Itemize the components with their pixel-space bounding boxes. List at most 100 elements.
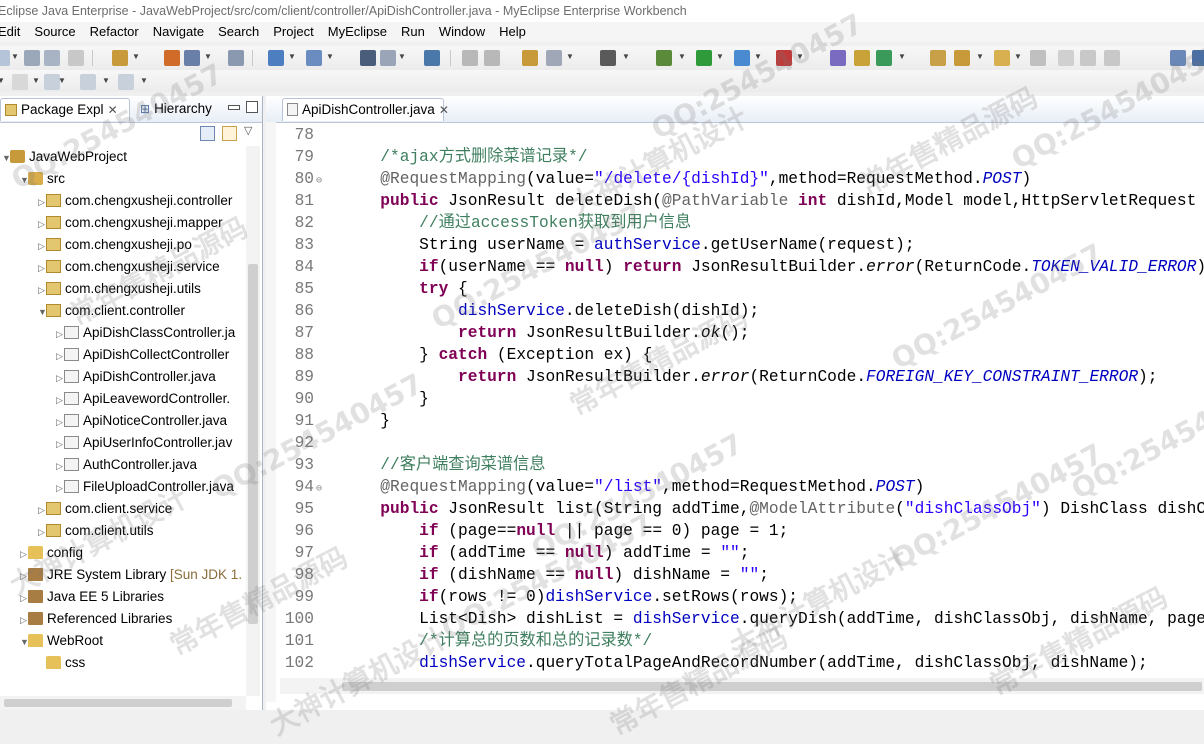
collapsed-arrow-icon[interactable]: ▷ xyxy=(56,433,64,455)
menu-navigate[interactable]: Navigate xyxy=(145,22,210,42)
tree-item[interactable]: ▷ FileUploadController.java xyxy=(56,476,234,498)
edit-icon[interactable] xyxy=(522,50,538,66)
collapsed-arrow-icon[interactable]: ▷ xyxy=(20,587,28,609)
print-icon[interactable] xyxy=(68,50,84,66)
collapsed-arrow-icon[interactable]: ▷ xyxy=(56,367,64,389)
tab-hierarchy[interactable]: ⊞ Hierarchy xyxy=(140,98,212,120)
dropdown-arrow-icon[interactable]: ▼ xyxy=(898,52,906,61)
server-icon[interactable] xyxy=(184,50,200,66)
collapsed-arrow-icon[interactable]: ▷ xyxy=(56,477,64,499)
code-line[interactable]: 80 ⊖ @RequestMapping(value="/delete/{dish… xyxy=(280,168,1032,190)
horizontal-scrollbar[interactable] xyxy=(0,696,246,710)
scrollbar-thumb[interactable] xyxy=(342,682,1202,691)
dropdown-arrow-icon[interactable]: ▼ xyxy=(796,52,804,61)
tree-item[interactable]: ▷ com.chengxusheji.controller xyxy=(38,190,232,212)
tree-item[interactable]: ▷ ApiUserInfoController.jav xyxy=(56,432,232,454)
forward-icon[interactable] xyxy=(118,74,134,90)
close-icon[interactable]: ✕ xyxy=(439,103,449,117)
list-icon[interactable] xyxy=(1080,50,1096,66)
expanded-arrow-icon[interactable]: ▼ xyxy=(20,169,29,191)
scrollbar-thumb[interactable] xyxy=(4,699,232,707)
perspective-icon[interactable] xyxy=(1170,50,1186,66)
tree-item[interactable]: ▷ ApiNoticeController.java xyxy=(56,410,227,432)
camera-icon[interactable] xyxy=(600,50,616,66)
dropdown-arrow-icon[interactable]: ▼ xyxy=(58,76,66,85)
calendar-icon[interactable] xyxy=(228,50,244,66)
menu-refactor[interactable]: Refactor xyxy=(82,22,145,42)
dropdown-arrow-icon[interactable]: ▼ xyxy=(326,52,334,61)
code-area[interactable]: 78 79 /*ajax方式删除菜谱记录*/80 ⊖ @RequestMappin… xyxy=(280,122,1204,682)
collapsed-arrow-icon[interactable]: ▷ xyxy=(56,323,64,345)
search-icon[interactable] xyxy=(380,50,396,66)
open-folder-icon[interactable] xyxy=(930,50,946,66)
dropdown-arrow-icon[interactable]: ▼ xyxy=(288,52,296,61)
dropdown-arrow-icon[interactable]: ▼ xyxy=(0,76,5,85)
tree-item[interactable]: ▷ AuthController.java xyxy=(56,454,197,476)
doc-icon[interactable] xyxy=(1058,50,1074,66)
dropdown-arrow-icon[interactable]: ▼ xyxy=(32,76,40,85)
code-line[interactable]: 78 xyxy=(280,124,341,146)
collapsed-arrow-icon[interactable]: ▷ xyxy=(38,191,46,213)
settings-icon[interactable] xyxy=(546,50,562,66)
code-line[interactable]: 82 //通过accessToken获取到用户信息 xyxy=(280,212,692,234)
tree-item[interactable]: ▷ com.chengxusheji.po xyxy=(38,234,192,256)
back-history-icon[interactable] xyxy=(462,50,478,66)
new-servlet-icon[interactable] xyxy=(830,50,846,66)
collapsed-arrow-icon[interactable]: ▷ xyxy=(20,543,28,565)
dropdown-arrow-icon[interactable]: ▼ xyxy=(678,52,686,61)
code-line[interactable]: 90 } xyxy=(280,388,429,410)
run-icon[interactable] xyxy=(696,50,712,66)
globe-icon[interactable] xyxy=(424,50,440,66)
collapsed-arrow-icon[interactable]: ▷ xyxy=(38,499,46,521)
dropdown-arrow-icon[interactable]: ▼ xyxy=(204,52,212,61)
tree-item[interactable]: ▷ com.client.service xyxy=(38,498,172,520)
open-perspective-icon[interactable] xyxy=(360,50,376,66)
new-project-icon[interactable] xyxy=(112,50,128,66)
tab-package-explorer[interactable]: Package Expl ✕ xyxy=(0,98,130,121)
code-line[interactable]: 95 public JsonResult list(String addTime… xyxy=(280,498,1204,520)
prev-annotation-icon[interactable] xyxy=(12,74,28,90)
menu-myeclipse[interactable]: MyEclipse xyxy=(320,22,393,42)
tree-item[interactable]: ▷ com.chengxusheji.mapper xyxy=(38,212,223,234)
code-line[interactable]: 101 /*计算总的页数和总的记录数*/ xyxy=(280,630,652,652)
menu-help[interactable]: Help xyxy=(491,22,532,42)
code-line[interactable]: 87 return JsonResultBuilder.ok(); xyxy=(280,322,750,344)
code-line[interactable]: 98 if (dishName == null) dishName = ""; xyxy=(280,564,769,586)
code-line[interactable]: 92 xyxy=(280,432,341,454)
horizontal-scrollbar[interactable] xyxy=(280,678,1204,694)
refresh-icon[interactable] xyxy=(876,50,892,66)
collapsed-arrow-icon[interactable]: ▷ xyxy=(56,345,64,367)
deploy-icon[interactable] xyxy=(164,50,180,66)
collapsed-arrow-icon[interactable]: ▷ xyxy=(38,235,46,257)
dropdown-arrow-icon[interactable]: ▼ xyxy=(566,52,574,61)
dropdown-arrow-icon[interactable]: ▼ xyxy=(976,52,984,61)
dropdown-arrow-icon[interactable]: ▼ xyxy=(398,52,406,61)
tree-item[interactable]: ▼ WebRoot xyxy=(20,630,103,652)
menu-run[interactable]: Run xyxy=(393,22,431,42)
menu-project[interactable]: Project xyxy=(265,22,319,42)
code-line[interactable]: 97 if (addTime == null) addTime = ""; xyxy=(280,542,750,564)
link-with-editor-icon[interactable] xyxy=(222,126,237,141)
tree-item[interactable]: ▷ ApiLeavewordController. xyxy=(56,388,230,410)
java-perspective-icon[interactable] xyxy=(1192,50,1204,66)
tree-item[interactable]: ▷ Referenced Libraries xyxy=(20,608,172,630)
next-history-icon[interactable] xyxy=(484,50,500,66)
dropdown-arrow-icon[interactable]: ▼ xyxy=(622,52,630,61)
collapsed-arrow-icon[interactable]: ▷ xyxy=(56,455,64,477)
expanded-arrow-icon[interactable]: ▼ xyxy=(2,147,11,169)
tree-item[interactable]: ▷ com.chengxusheji.utils xyxy=(38,278,201,300)
tree-item[interactable]: ▼ com.client.controller xyxy=(38,300,185,322)
collapse-all-icon[interactable] xyxy=(200,126,215,141)
tree-item[interactable]: ▷ Java EE 5 Libraries xyxy=(20,586,164,608)
back-nav-icon[interactable] xyxy=(80,74,96,90)
new-icon[interactable] xyxy=(0,50,10,66)
code-line[interactable]: 99 if(rows != 0)dishService.setRows(rows… xyxy=(280,586,798,608)
code-line[interactable]: 91 } xyxy=(280,410,390,432)
tree-item[interactable]: ▷ ApiDishClassController.ja xyxy=(56,322,235,344)
tree-item[interactable]: ▼ src xyxy=(20,168,65,190)
tree-item[interactable]: ▷ ApiDishController.java xyxy=(56,366,216,388)
code-line[interactable]: 89 return JsonResultBuilder.error(Return… xyxy=(280,366,1158,388)
open-type-icon[interactable] xyxy=(306,50,322,66)
format-icon[interactable] xyxy=(1030,50,1046,66)
tree-item[interactable]: css xyxy=(38,652,85,674)
